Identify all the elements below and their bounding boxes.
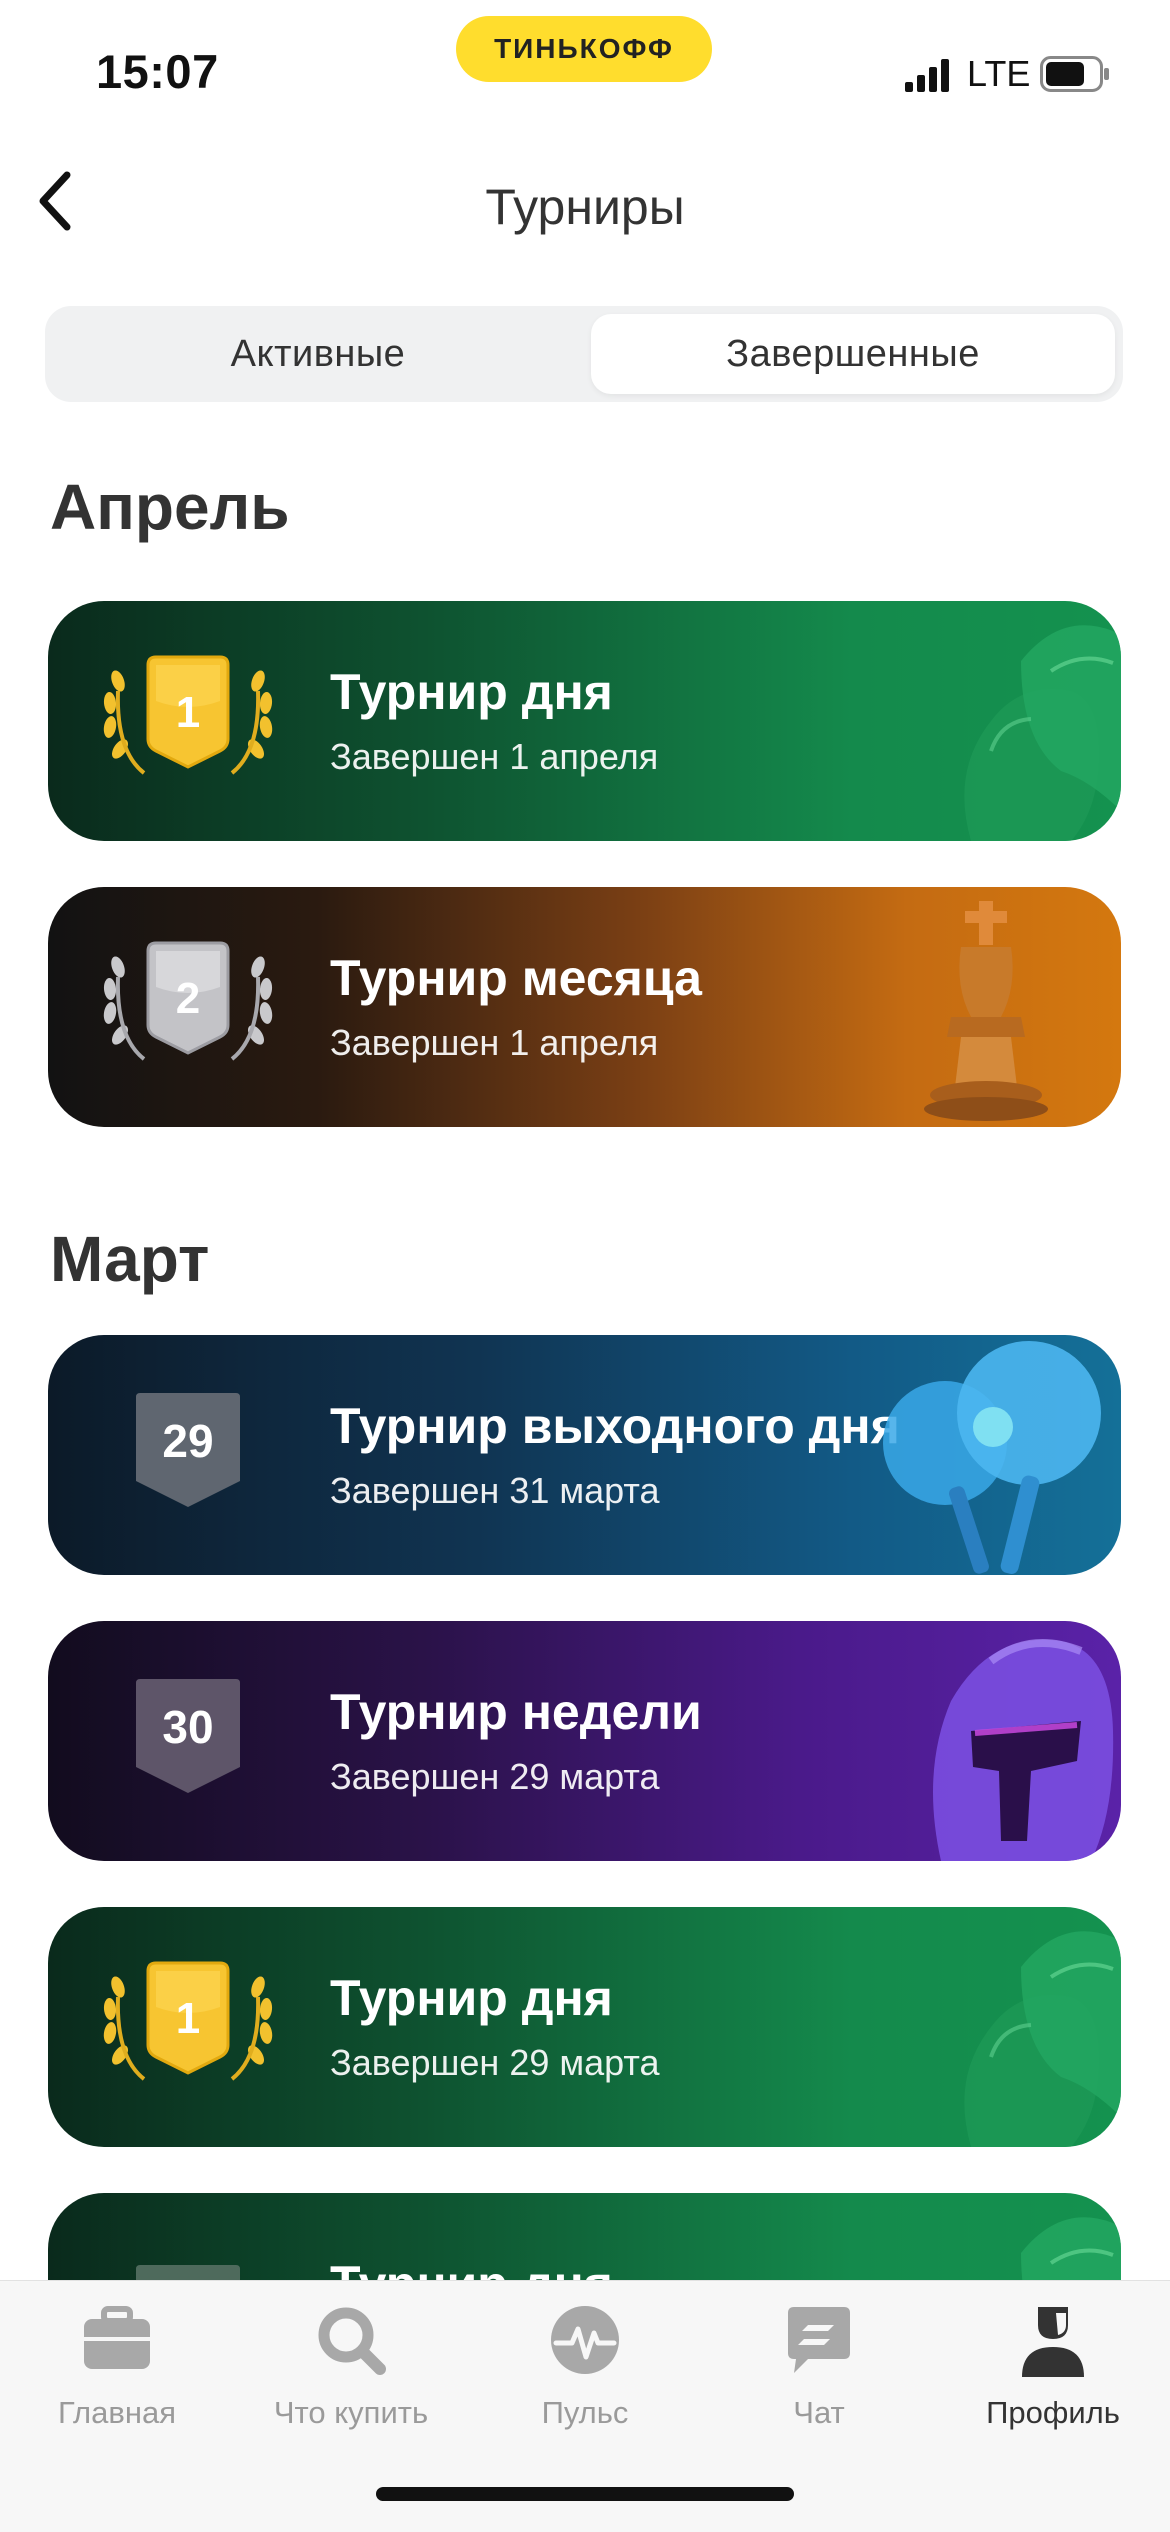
tournament-card[interactable]: 1 Турнир дня Завершен 1 апреля xyxy=(48,601,1121,841)
tab-label: Чат xyxy=(793,2395,845,2430)
section-title-march: Март xyxy=(50,1223,210,1295)
tab-what-to-buy[interactable]: Что купить xyxy=(234,2303,468,2443)
badge-place: 1 xyxy=(176,688,200,737)
tournament-card[interactable]: 2 Турнир месяца Завершен 1 апреля xyxy=(48,887,1121,1127)
signal-icon xyxy=(905,59,949,92)
card-subtitle: Завершен 31 марта xyxy=(330,1470,660,1511)
gold-badge-icon: 1 xyxy=(96,651,280,791)
silver-badge-icon: 2 xyxy=(96,937,280,1077)
tab-label: Главная xyxy=(58,2395,176,2430)
card-subtitle: Завершен 29 марта xyxy=(330,1756,660,1797)
section-title-april: Апрель xyxy=(50,471,290,543)
tab-pulse[interactable]: Пульс xyxy=(468,2303,702,2443)
boxing-gloves-icon xyxy=(964,1931,1121,2147)
badge-place: 29 xyxy=(162,1415,213,1467)
card-title: Турнир дня xyxy=(330,664,613,720)
shield-badge-icon: 30 xyxy=(96,1671,280,1811)
gold-badge-icon: 1 xyxy=(96,1957,280,2097)
battery-icon xyxy=(1040,56,1109,92)
status-bar: 15:07 ТИНЬКОФФ LTE xyxy=(0,0,1170,130)
card-title: Турнир дня xyxy=(330,1970,613,2026)
brand-logo: ТИНЬКОФФ xyxy=(456,16,712,82)
badge-place: 2 xyxy=(176,974,200,1023)
tab-label: Пульс xyxy=(541,2395,629,2430)
tournament-card[interactable]: 1 Турнир дня Завершен 29 марта xyxy=(48,1907,1121,2147)
badge-place: 1 xyxy=(176,1994,200,2043)
card-subtitle: Завершен 1 апреля xyxy=(330,736,659,777)
badge-place: 30 xyxy=(162,1701,213,1753)
card-title: Турнир месяца xyxy=(330,950,702,1006)
tab-label: Профиль xyxy=(986,2395,1120,2430)
tab-label: Что купить xyxy=(273,2395,429,2430)
status-time: 15:07 xyxy=(96,45,219,98)
home-indicator xyxy=(376,2487,794,2501)
chess-king-icon xyxy=(924,901,1048,1121)
tournament-card[interactable]: 30 Турнир недели Завершен 29 марта xyxy=(48,1621,1121,1861)
briefcase-icon xyxy=(84,2306,150,2369)
segmented-control: Активные Завершенные xyxy=(45,306,1123,402)
profile-icon xyxy=(1022,2307,1084,2377)
card-title: Турнир недели xyxy=(330,1684,702,1740)
search-icon xyxy=(318,2307,386,2375)
tab-chat[interactable]: Чат xyxy=(702,2303,936,2443)
boxing-gloves-icon xyxy=(964,625,1121,841)
chat-icon xyxy=(788,2307,850,2373)
shield-badge-icon: 29 xyxy=(96,1385,280,1525)
card-subtitle: Завершен 29 марта xyxy=(330,2042,660,2083)
tab-home[interactable]: Главная xyxy=(0,2303,234,2443)
tab-active[interactable]: Активные xyxy=(53,314,583,394)
page-title: Турниры xyxy=(485,179,685,235)
pulse-icon xyxy=(551,2306,619,2374)
card-subtitle: Завершен 1 апреля xyxy=(330,1022,659,1063)
network-label: LTE xyxy=(967,53,1031,94)
tournament-card[interactable]: 29 Турнир выходного дня Завершен 31 март… xyxy=(48,1335,1121,1575)
tab-profile[interactable]: Профиль xyxy=(936,2303,1170,2443)
tab-completed[interactable]: Завершенные xyxy=(591,314,1115,394)
card-title: Турнир выходного дня xyxy=(330,1398,900,1454)
ping-pong-icon xyxy=(883,1341,1101,1574)
gladiator-helmet-icon xyxy=(933,1639,1114,1861)
